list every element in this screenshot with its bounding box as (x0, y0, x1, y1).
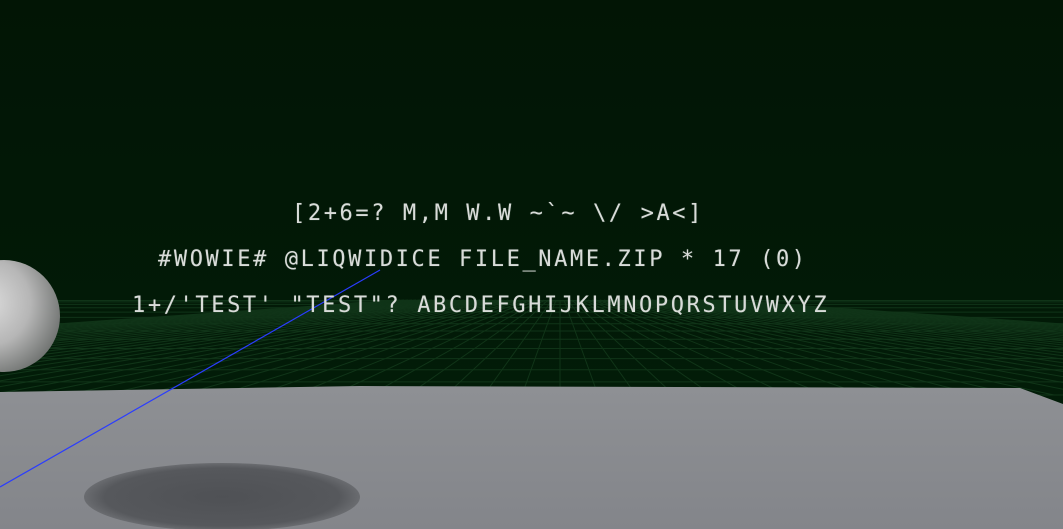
game-viewport[interactable]: [2+6=? M,M W.W ~`~ \/ >A<] #WOWIE# @LIQW… (0, 0, 1063, 529)
text-line-1: [2+6=? M,M W.W ~`~ \/ >A<] (292, 201, 704, 226)
text-line-3: 1+/'TEST' "TEST"? ABCDEFGHIJKLMNOPQRSTUV… (132, 293, 830, 318)
text-line-2: #WOWIE# @LIQWIDICE FILE_NAME.ZIP * 17 (0… (158, 247, 808, 272)
font-test-text: [2+6=? M,M W.W ~`~ \/ >A<] #WOWIE# @LIQW… (0, 196, 1063, 336)
sphere-shadow (84, 463, 360, 529)
